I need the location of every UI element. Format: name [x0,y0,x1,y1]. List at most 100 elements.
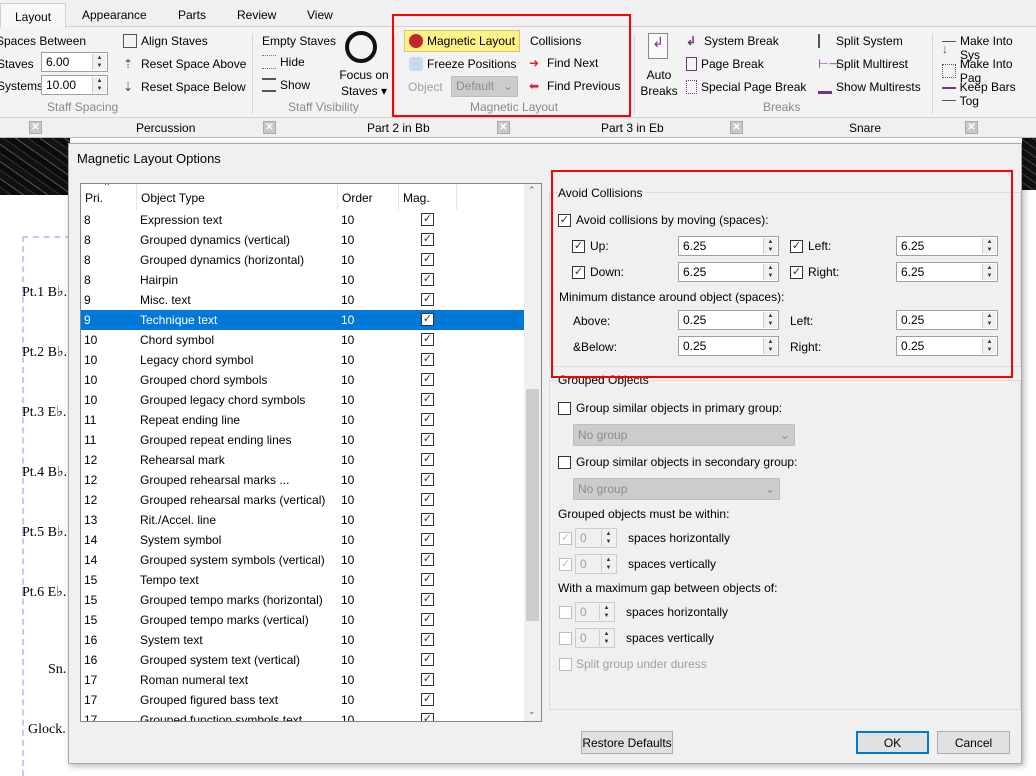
below-input[interactable]: 0.25 ▲ ▼ [678,336,779,356]
mag-checkbox[interactable]: ✓ [421,713,434,721]
mag-checkbox[interactable]: ✓ [421,393,434,406]
object-type-list[interactable]: Pri. ^ Object Type Order Mag. 8 Expressio… [80,183,542,722]
keep-bars-together-button[interactable]: Keep Bars Tog [942,80,1036,108]
reset-space-below-button[interactable]: ⇣ Reset Space Below [123,80,246,94]
table-row[interactable]: 10 Legacy chord symbol 10 ✓ [81,350,525,370]
mag-checkbox[interactable]: ✓ [421,313,434,326]
column-header-mag[interactable]: Mag. [399,184,457,210]
cancel-button[interactable]: Cancel [937,731,1010,754]
focus-on-staves-button[interactable]: Focus on Staves ▾ [339,67,389,99]
table-row[interactable]: 15 Tempo text 10 ✓ [81,570,525,590]
avoid-collisions-checkbox[interactable]: ✓ [558,214,571,227]
mag-checkbox[interactable]: ✓ [421,453,434,466]
page-break-button[interactable]: Page Break [686,57,764,71]
table-row[interactable]: 12 Grouped rehearsal marks (vertical) 10… [81,490,525,510]
column-header-priority[interactable]: Pri. ^ [81,184,137,210]
spin-arrows-icon[interactable]: ▲ ▼ [601,530,615,546]
down-checkbox[interactable]: ✓ [572,266,585,279]
up-checkbox[interactable]: ✓ [572,240,585,253]
mag-checkbox[interactable]: ✓ [421,293,434,306]
spin-arrows-icon[interactable]: ▲ ▼ [763,312,777,328]
table-row[interactable]: 8 Grouped dynamics (vertical) 10 ✓ [81,230,525,250]
mag-checkbox[interactable]: ✓ [421,533,434,546]
close-icon[interactable]: ✕ [730,121,743,134]
within-horizontal-checkbox[interactable]: ✓ [559,532,572,545]
close-icon[interactable]: ✕ [29,121,42,134]
spin-arrows-icon[interactable]: ▲ ▼ [599,630,613,646]
mag-checkbox[interactable]: ✓ [421,433,434,446]
mag-checkbox[interactable]: ✓ [421,333,434,346]
mag-checkbox[interactable]: ✓ [421,253,434,266]
table-row[interactable]: 14 Grouped system symbols (vertical) 10 … [81,550,525,570]
spin-arrows-icon[interactable]: ▲ ▼ [982,238,996,254]
table-row[interactable]: 13 Rit./Accel. line 10 ✓ [81,510,525,530]
table-row[interactable]: 11 Grouped repeat ending lines 10 ✓ [81,430,525,450]
primary-group-dropdown[interactable]: No group ⌄ [573,424,795,446]
part-tab-percussion[interactable]: Percussion [136,121,195,135]
table-row[interactable]: 15 Grouped tempo marks (horizontal) 10 ✓ [81,590,525,610]
secondary-group-checkbox[interactable] [558,456,571,469]
gap-horizontal-checkbox[interactable] [559,606,572,619]
tab-view[interactable]: View [307,8,333,22]
close-icon[interactable]: ✕ [263,121,276,134]
mag-checkbox[interactable]: ✓ [421,653,434,666]
gap-vertical-checkbox[interactable] [559,632,572,645]
column-header-order[interactable]: Order [338,184,399,210]
table-row[interactable]: 10 Chord symbol 10 ✓ [81,330,525,350]
table-row[interactable]: 16 Grouped system text (vertical) 10 ✓ [81,650,525,670]
table-row[interactable]: 8 Hairpin 10 ✓ [81,270,525,290]
table-row[interactable]: 9 Technique text 10 ✓ [81,310,525,330]
hide-staves-button[interactable]: Hide [262,55,305,69]
scrollbar-thumb[interactable] [526,389,539,621]
part-tab-part2[interactable]: Part 2 in Bb [367,121,430,135]
part-tab-part3[interactable]: Part 3 in Eb [601,121,664,135]
tab-parts[interactable]: Parts [178,8,206,22]
table-row[interactable]: 8 Grouped dynamics (horizontal) 10 ✓ [81,250,525,270]
mag-checkbox[interactable]: ✓ [421,513,434,526]
table-row[interactable]: 14 System symbol 10 ✓ [81,530,525,550]
spin-arrows-icon[interactable]: ▲ ▼ [982,312,996,328]
right-input[interactable]: 6.25 ▲ ▼ [896,262,998,282]
staves-spacing-input[interactable]: 6.00 ▲ ▼ [41,52,108,72]
find-previous-button[interactable]: ⬅ Find Previous [529,79,620,93]
table-row[interactable]: 10 Grouped chord symbols 10 ✓ [81,370,525,390]
table-row[interactable]: 10 Grouped legacy chord symbols 10 ✓ [81,390,525,410]
systems-spacing-input[interactable]: 10.00 ▲ ▼ [41,75,108,95]
split-system-button[interactable]: Split System [818,34,903,48]
part-tab-snare[interactable]: Snare [849,121,881,135]
close-icon[interactable]: ✕ [497,121,510,134]
min-left-input[interactable]: 0.25 ▲ ▼ [896,310,998,330]
down-input[interactable]: 6.25 ▲ ▼ [678,262,779,282]
find-next-button[interactable]: ➜ Find Next [529,56,598,70]
mag-checkbox[interactable]: ✓ [421,553,434,566]
special-page-break-button[interactable]: Special Page Break [686,80,806,94]
mag-checkbox[interactable]: ✓ [421,573,434,586]
scroll-up-icon[interactable]: ⌃ [528,185,536,196]
system-break-button[interactable]: ↲ System Break [686,34,779,48]
table-row[interactable]: 15 Grouped tempo marks (vertical) 10 ✓ [81,610,525,630]
left-checkbox[interactable]: ✓ [790,240,803,253]
object-dropdown[interactable]: Default ⌄ [451,76,518,97]
mag-checkbox[interactable]: ✓ [421,233,434,246]
mag-checkbox[interactable]: ✓ [421,273,434,286]
freeze-positions-button[interactable]: Freeze Positions [409,57,516,71]
mag-checkbox[interactable]: ✓ [421,473,434,486]
table-row[interactable]: 12 Rehearsal mark 10 ✓ [81,450,525,470]
spin-arrows-icon[interactable]: ▲ ▼ [601,556,615,572]
table-row[interactable]: 17 Roman numeral text 10 ✓ [81,670,525,690]
mag-checkbox[interactable]: ✓ [421,353,434,366]
spin-arrows-icon[interactable]: ▲ ▼ [763,238,777,254]
mag-checkbox[interactable]: ✓ [421,673,434,686]
spin-arrows-icon[interactable]: ▲ ▼ [982,338,996,354]
restore-defaults-button[interactable]: Restore Defaults [581,731,673,754]
table-row[interactable]: 9 Misc. text 10 ✓ [81,290,525,310]
split-group-checkbox[interactable] [559,658,572,671]
spin-arrows-icon[interactable]: ▲ ▼ [763,264,777,280]
scroll-down-icon[interactable]: ⌄ [528,706,536,717]
up-input[interactable]: 6.25 ▲ ▼ [678,236,779,256]
gap-vertical-input[interactable]: 0 ▲ ▼ [575,628,615,648]
table-row[interactable]: 17 Grouped function symbols text 10 ✓ [81,710,525,721]
tab-appearance[interactable]: Appearance [82,8,147,22]
close-icon[interactable]: ✕ [965,121,978,134]
spin-arrows-icon[interactable]: ▲ ▼ [92,54,106,70]
